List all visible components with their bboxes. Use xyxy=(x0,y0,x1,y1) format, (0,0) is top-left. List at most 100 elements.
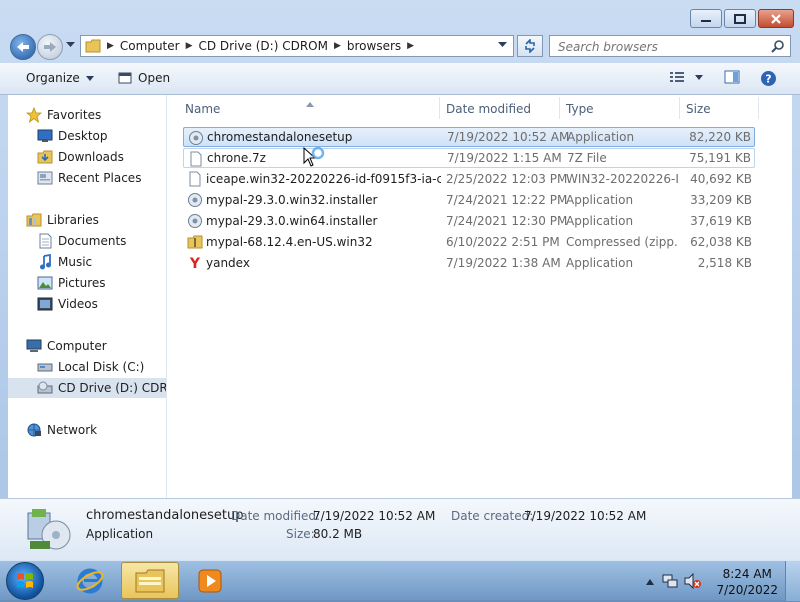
preview-pane-button[interactable] xyxy=(724,70,740,84)
network-icon xyxy=(26,422,42,438)
network-tray-icon[interactable] xyxy=(662,573,678,589)
open-button[interactable]: Open xyxy=(118,71,170,85)
refresh-button[interactable] xyxy=(517,35,543,57)
sidebar-item-label: Local Disk (C:) xyxy=(58,360,145,374)
file-row[interactable]: chrone.7z 7/19/2022 1:15 AM 7Z File 75,1… xyxy=(183,148,755,168)
column-divider[interactable] xyxy=(679,97,680,119)
mouse-cursor-icon xyxy=(303,146,331,176)
address-bar[interactable]: ▶ Computer ▶ CD Drive (D:) CDROM ▶ brows… xyxy=(80,35,514,57)
forward-arrow-icon xyxy=(44,42,56,52)
column-header-type[interactable]: Type xyxy=(566,95,678,123)
folder-icon xyxy=(85,39,101,53)
close-icon xyxy=(771,13,781,24)
taskbar-windows-explorer[interactable] xyxy=(121,562,179,599)
setup-icon xyxy=(187,213,203,229)
file-row[interactable]: mypal-68.12.4.en-US.win32 6/10/2022 2:51… xyxy=(183,232,755,252)
start-button[interactable] xyxy=(6,562,44,600)
file-type: 7Z File xyxy=(567,151,607,165)
column-header-date[interactable]: Date modified xyxy=(446,95,558,123)
organize-button[interactable]: Organize xyxy=(26,71,94,85)
show-hidden-icons-button[interactable] xyxy=(646,579,654,585)
breadcrumb-computer[interactable]: Computer xyxy=(120,39,180,53)
documents-icon xyxy=(37,233,53,249)
file-row[interactable]: chromestandalonesetup 7/19/2022 10:52 AM… xyxy=(183,127,755,147)
sidebar-item-label: Libraries xyxy=(47,213,99,227)
pane-splitter[interactable] xyxy=(166,95,180,498)
file-icon xyxy=(188,151,204,167)
sidebar-item-libraries[interactable]: Libraries xyxy=(26,210,166,230)
hard-drive-icon xyxy=(37,359,53,375)
taskbar-internet-explorer[interactable] xyxy=(61,562,119,599)
recent-pages-dropdown[interactable] xyxy=(66,42,75,48)
recent-places-icon xyxy=(37,170,53,186)
column-header-size[interactable]: Size xyxy=(686,95,756,123)
internet-explorer-icon xyxy=(76,568,104,593)
file-size: 82,220 KB xyxy=(689,130,751,144)
file-date: 7/24/2021 12:30 PM xyxy=(446,214,568,228)
minimize-button[interactable] xyxy=(690,9,722,28)
navigation-pane: Favorites Desktop Downloads Recent Place… xyxy=(8,95,166,498)
sidebar-item-downloads[interactable]: Downloads xyxy=(37,147,166,167)
zip-icon xyxy=(187,234,203,250)
sidebar-item-documents[interactable]: Documents xyxy=(37,231,166,251)
column-divider[interactable] xyxy=(559,97,560,119)
sidebar-item-favorites[interactable]: Favorites xyxy=(26,105,166,125)
help-button[interactable]: ? xyxy=(760,70,777,87)
sidebar-item-computer[interactable]: Computer xyxy=(26,336,166,356)
column-header-name[interactable]: Name xyxy=(185,95,440,123)
sidebar-item-music[interactable]: Music xyxy=(37,252,166,272)
star-icon xyxy=(26,107,42,123)
volume-muted-icon[interactable] xyxy=(684,573,702,589)
sidebar-item-desktop[interactable]: Desktop xyxy=(37,126,166,146)
forward-button[interactable] xyxy=(37,34,63,60)
clock[interactable]: 8:24 AM 7/20/2022 xyxy=(716,566,778,598)
sidebar-item-recent-places[interactable]: Recent Places xyxy=(37,168,166,188)
column-divider[interactable] xyxy=(439,97,440,119)
search-box xyxy=(549,35,791,57)
taskbar-media-player[interactable] xyxy=(181,562,239,599)
search-icon[interactable] xyxy=(771,39,785,53)
file-date: 7/24/2021 12:22 PM xyxy=(446,193,568,207)
details-created-value: 7/19/2022 10:52 AM xyxy=(524,509,647,523)
file-row[interactable]: iceape.win32-20220226-id-f0915f3-ia-c64.… xyxy=(183,169,755,189)
back-button[interactable] xyxy=(10,34,36,60)
breadcrumb-browsers[interactable]: browsers xyxy=(347,39,401,53)
caption-buttons xyxy=(690,9,794,28)
details-file-name: chromestandalonesetup xyxy=(86,508,244,523)
file-list: Name Date modified Type Size chromestand… xyxy=(180,95,792,498)
change-view-button[interactable] xyxy=(669,70,685,84)
chevron-down-icon xyxy=(695,75,703,80)
search-input[interactable] xyxy=(556,37,770,57)
file-size: 2,518 KB xyxy=(697,256,752,270)
view-list-icon xyxy=(670,72,684,82)
column-divider[interactable] xyxy=(758,97,759,119)
details-modified-value: 7/19/2022 10:52 AM xyxy=(313,509,436,523)
refresh-icon xyxy=(525,39,535,53)
sidebar-item-local-disk[interactable]: Local Disk (C:) xyxy=(37,357,166,377)
file-row[interactable]: Y yandex 7/19/2022 1:38 AM Application 2… xyxy=(183,253,755,273)
sidebar-item-pictures[interactable]: Pictures xyxy=(37,273,166,293)
file-date: 7/19/2022 1:15 AM xyxy=(447,151,562,165)
sidebar-item-cd-drive[interactable]: CD Drive (D:) CDROM xyxy=(8,378,166,398)
address-dropdown-icon[interactable] xyxy=(498,42,507,48)
libraries-icon xyxy=(26,212,42,228)
details-created-label: Date created: xyxy=(451,509,534,523)
sidebar-item-label: Recent Places xyxy=(58,171,142,185)
show-desktop-button[interactable] xyxy=(785,561,800,601)
setup-icon xyxy=(187,192,203,208)
maximize-button[interactable] xyxy=(724,9,756,28)
sidebar-item-videos[interactable]: Videos xyxy=(37,294,166,314)
file-row[interactable]: mypal-29.3.0.win32.installer 7/24/2021 1… xyxy=(183,190,755,210)
close-button[interactable] xyxy=(758,9,794,28)
help-icon: ? xyxy=(761,71,776,86)
column-label: Name xyxy=(185,102,221,116)
sidebar-item-network[interactable]: Network xyxy=(26,420,166,440)
yandex-icon: Y xyxy=(187,255,203,271)
file-row[interactable]: mypal-29.3.0.win64.installer 7/24/2021 1… xyxy=(183,211,755,231)
explorer-window: ▶ Computer ▶ CD Drive (D:) CDROM ▶ brows… xyxy=(0,0,800,560)
computer-icon xyxy=(26,338,42,354)
details-size-label: Size: xyxy=(286,527,315,541)
view-options-dropdown[interactable] xyxy=(695,75,703,80)
file-date: 6/10/2022 2:51 PM xyxy=(446,235,560,249)
breadcrumb-cd-drive[interactable]: CD Drive (D:) CDROM xyxy=(199,39,328,53)
